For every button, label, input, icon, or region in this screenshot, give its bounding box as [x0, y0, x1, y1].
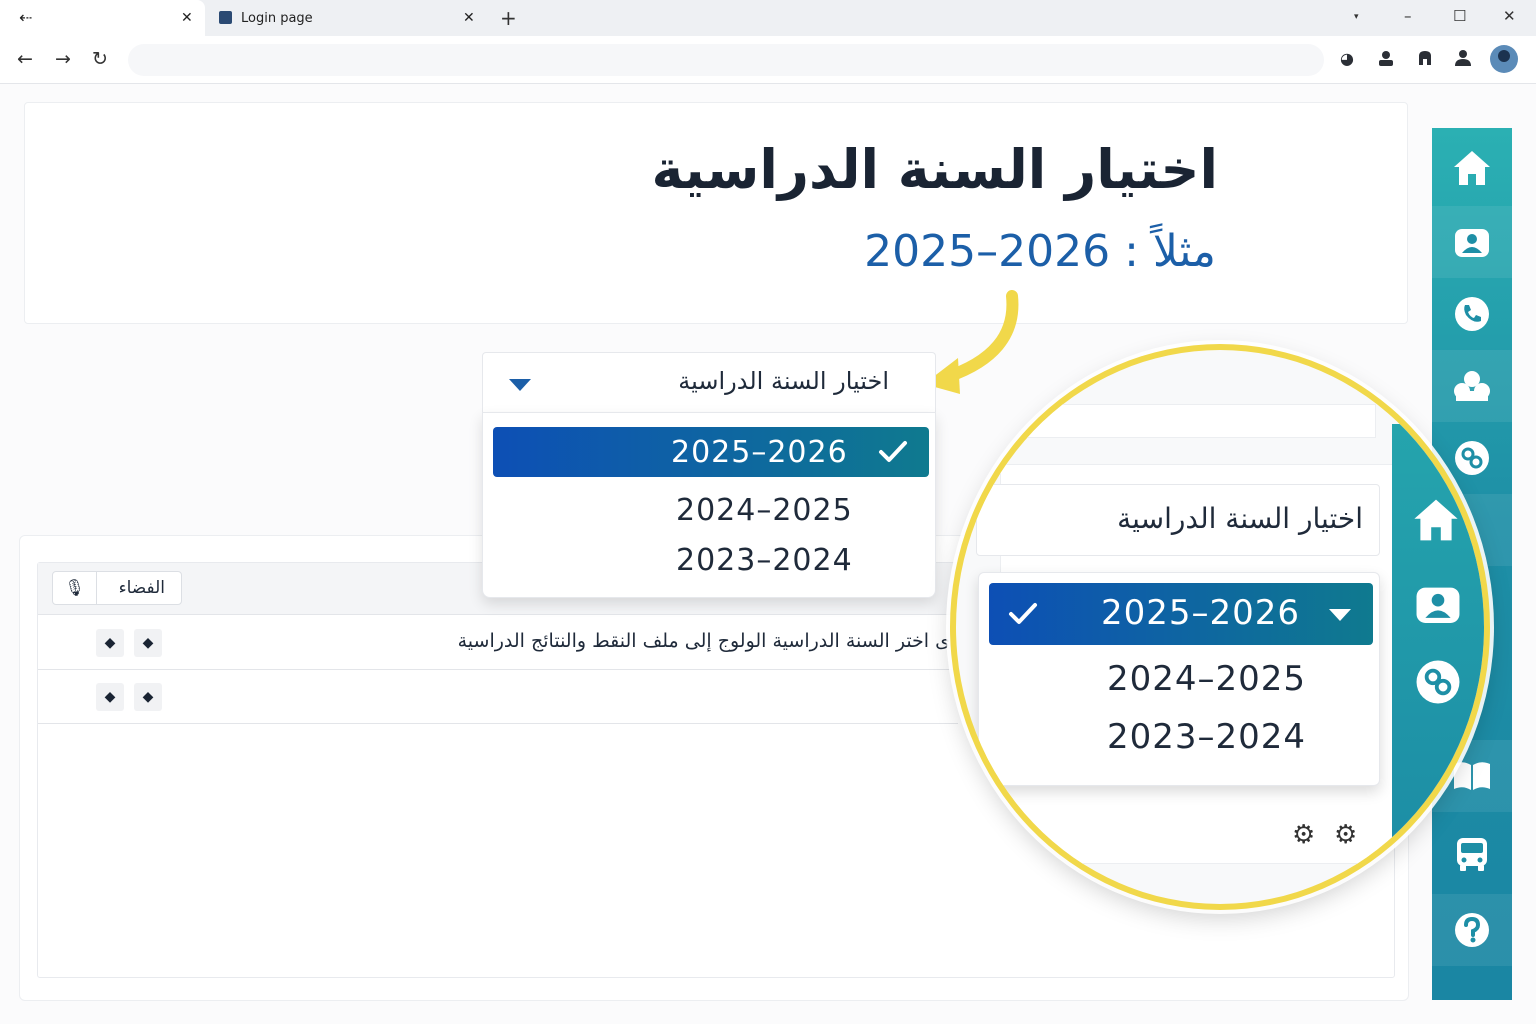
home-icon: [1414, 499, 1458, 541]
maximize-button[interactable]: ☐: [1453, 7, 1466, 25]
year-option-label: 2025–2026: [671, 435, 848, 470]
group-icon: [1454, 371, 1490, 401]
sidebar-item-help[interactable]: [1432, 894, 1512, 966]
diamond-icon[interactable]: ◆: [134, 683, 162, 711]
row-text: ى اختر السنة الدراسية الولوج إلى ملف الن…: [457, 630, 950, 652]
zoom-year-option[interactable]: 2024–2025: [1107, 659, 1306, 699]
space-button-label: الفضاء: [118, 578, 165, 598]
tab-close-icon[interactable]: ✕: [181, 10, 193, 26]
tab-back-icon: ⇠: [19, 8, 33, 27]
year-select-label: اختيار السنة الدراسية: [678, 367, 889, 395]
favicon-icon: [219, 11, 232, 24]
zoom-year-option-label: 2025–2026: [1101, 593, 1301, 633]
tab-title: Login page: [241, 11, 313, 26]
account-icon[interactable]: [1453, 49, 1473, 69]
puzzle-icon[interactable]: [1415, 49, 1435, 69]
sidebar-item-phone[interactable]: [1432, 278, 1512, 350]
space-button[interactable]: 🎙 الفضاء: [52, 571, 182, 605]
check-icon: [879, 441, 907, 462]
check-icon: [1009, 603, 1037, 624]
sidebar-item-home[interactable]: [1432, 132, 1512, 204]
year-option[interactable]: 2024–2025: [676, 493, 853, 528]
users-icon: [1455, 229, 1489, 257]
back-arrow-icon[interactable]: ←: [17, 48, 33, 70]
forward-arrow-icon[interactable]: →: [55, 48, 71, 70]
app-window: ⇠ ✕ Login page ✕ + ▾ – ☐ ✕ ← → ↻ ◕ اختيا…: [0, 0, 1536, 1024]
extension-icon[interactable]: ◕: [1337, 49, 1357, 69]
year-select[interactable]: اختيار السنة الدراسية: [482, 352, 936, 412]
zoom-year-dropdown-list: 2025–2026 2024–2025 2023–2024: [978, 572, 1380, 786]
example-year: مثلاً : 2026–2025: [864, 226, 1216, 277]
year-option[interactable]: 2023–2024: [676, 543, 853, 578]
page-title: اختيار السنة الدراسية: [651, 138, 1218, 201]
zoom-year-option[interactable]: 2023–2024: [1107, 717, 1306, 757]
close-window-button[interactable]: ✕: [1503, 7, 1516, 25]
zoom-year-select[interactable]: اختيار السنة الدراسية: [976, 484, 1380, 556]
gear-icon[interactable]: ⚙: [1292, 820, 1315, 850]
person-icon[interactable]: [1376, 49, 1396, 69]
minimize-button[interactable]: –: [1404, 7, 1412, 25]
link-icon: [1416, 660, 1460, 704]
table-row[interactable]: ◆ ◆ ى اختر السنة الدراسية الولوج إلى ملف…: [38, 616, 958, 670]
header-card: [24, 102, 1408, 324]
year-option-selected[interactable]: 2025–2026: [493, 427, 929, 477]
zoom-year-select-label: اختيار السنة الدراسية: [1117, 502, 1363, 535]
help-icon: [1455, 913, 1489, 947]
gear-icon[interactable]: ⚙: [1334, 820, 1357, 850]
zoom-year-option-selected[interactable]: 2025–2026: [989, 583, 1373, 645]
sidebar-item-group[interactable]: [1432, 350, 1512, 422]
phone-icon: [1455, 297, 1489, 331]
diamond-icon[interactable]: ◆: [134, 629, 162, 657]
new-tab-button[interactable]: +: [500, 6, 517, 30]
tab-close-icon[interactable]: ✕: [463, 10, 475, 26]
tab-search-icon[interactable]: ▾: [1354, 12, 1359, 22]
home-icon: [1454, 151, 1490, 185]
reload-icon[interactable]: ↻: [92, 48, 108, 70]
year-dropdown-list: 2025–2026 2024–2025 2023–2024: [482, 412, 936, 598]
chevron-down-icon[interactable]: [1329, 609, 1351, 621]
microphone-icon[interactable]: 🎙: [53, 572, 97, 604]
tab-login-page[interactable]: Login page ✕: [206, 0, 486, 36]
address-bar[interactable]: [128, 44, 1324, 76]
chevron-down-icon[interactable]: [509, 379, 531, 391]
browser-toolbar: ← → ↻ ◕: [0, 36, 1536, 84]
diamond-icon[interactable]: ◆: [96, 683, 124, 711]
zoom-header-card: [1006, 404, 1376, 438]
zoom-magnifier: اختيار السنة الدراسية 2025–2026 2024–202…: [950, 344, 1490, 910]
tab-active[interactable]: ⇠ ✕: [0, 0, 205, 36]
sidebar-item-users[interactable]: [1432, 206, 1512, 278]
browser-tab-bar: ⇠ ✕ Login page ✕ + ▾ – ☐ ✕: [0, 0, 1536, 36]
users-icon: [1416, 587, 1460, 623]
profile-icon[interactable]: [1490, 45, 1518, 73]
diamond-icon[interactable]: ◆: [96, 629, 124, 657]
table-row[interactable]: ◆ ◆: [38, 670, 958, 724]
